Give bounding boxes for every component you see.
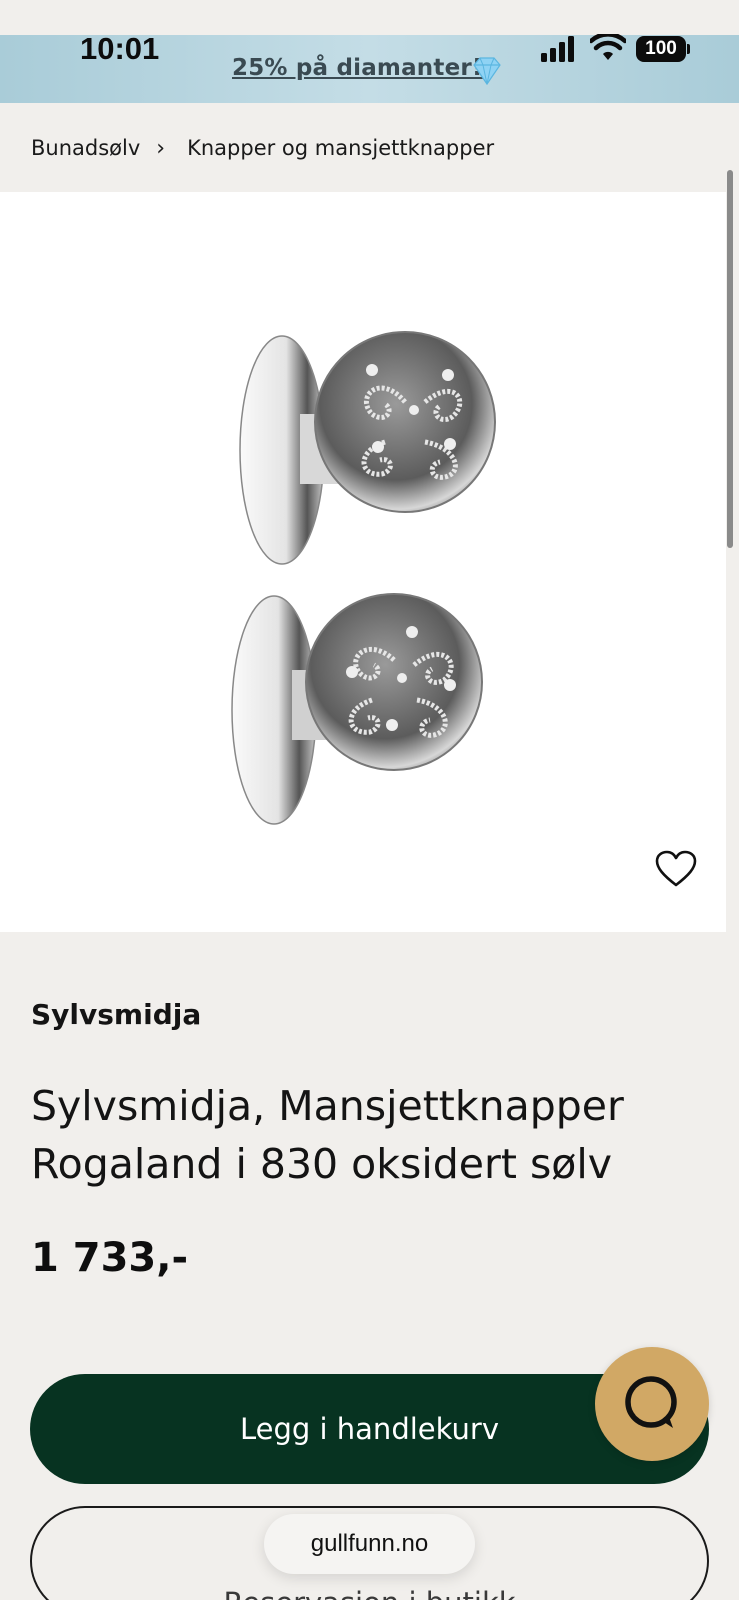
status-time: 10:01	[80, 31, 160, 66]
signal-icon	[541, 36, 574, 62]
browser-url-pill[interactable]: gullfunn.no	[264, 1514, 475, 1574]
chat-button[interactable]	[595, 1347, 709, 1461]
breadcrumb-item-bunadsolv[interactable]: Bunadsølv	[31, 136, 140, 160]
breadcrumb-item-knapper[interactable]: Knapper og mansjettknapper	[187, 136, 494, 160]
product-price: 1 733,-	[31, 1235, 189, 1281]
product-title: Sylvsmidja, Mansjettknapper Rogaland i 8…	[31, 1082, 624, 1188]
scrollbar[interactable]	[727, 170, 733, 548]
chat-bubble-icon	[625, 1376, 677, 1428]
breadcrumb: Bunadsølv › Knapper og mansjettknapper	[31, 132, 494, 164]
heart-icon[interactable]	[655, 850, 697, 888]
battery-tip	[687, 44, 690, 54]
battery-indicator: 100	[636, 36, 686, 62]
reserve-in-store-label: Reservasjon i butikk	[223, 1586, 515, 1600]
product-image[interactable]	[0, 192, 726, 932]
add-to-cart-label: Legg i handlekurv	[239, 1412, 499, 1446]
cufflinks-image	[231, 331, 496, 825]
product-brand[interactable]: Sylvsmidja	[31, 998, 201, 1031]
diamond-icon	[473, 57, 501, 86]
promo-link[interactable]: 25% på diamanter!	[232, 55, 483, 81]
chevron-right-icon: ›	[156, 135, 166, 161]
status-bar-bg	[0, 0, 739, 35]
wifi-icon	[590, 34, 626, 60]
